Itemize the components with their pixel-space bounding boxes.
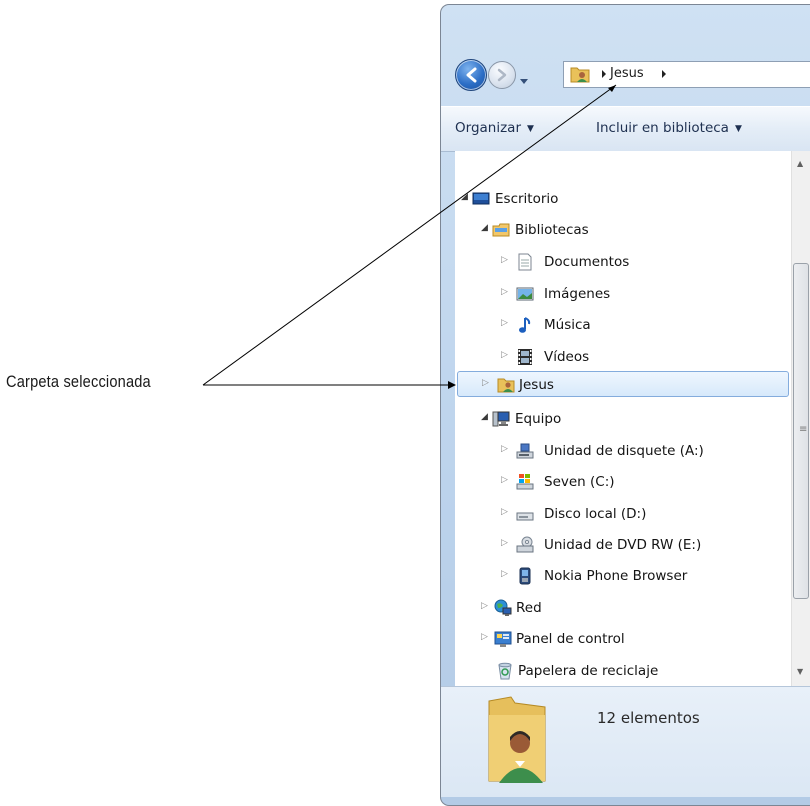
tree-item-label: Jesus bbox=[519, 377, 554, 393]
navigation-bar: Jesus bbox=[455, 58, 810, 92]
collapsed-triangle-icon[interactable]: ▷ bbox=[501, 255, 508, 265]
organize-menu-button[interactable]: Organizar ▼ bbox=[455, 120, 534, 136]
include-in-library-label: Incluir en biblioteca bbox=[596, 120, 729, 136]
tree-item-videos[interactable]: ▷ Vídeos bbox=[455, 344, 791, 370]
expanded-triangle-icon[interactable]: ◢ bbox=[481, 412, 488, 422]
tree-item-papelera[interactable]: Papelera de reciclaje bbox=[455, 658, 791, 684]
collapsed-triangle-icon[interactable]: ▷ bbox=[501, 318, 508, 328]
address-bar[interactable]: Jesus bbox=[563, 61, 810, 88]
recent-pages-dropdown[interactable] bbox=[519, 70, 529, 89]
collapsed-triangle-icon[interactable]: ▷ bbox=[501, 507, 508, 517]
tree-item-label: Seven (C:) bbox=[544, 474, 615, 490]
local-disk-icon bbox=[516, 512, 534, 521]
arrow-right-icon bbox=[497, 68, 507, 82]
grip-icon: ≡ bbox=[799, 424, 808, 435]
tree-item-seven-c[interactable]: ▷ Seven (C:) bbox=[455, 469, 791, 495]
tree-item-equipo[interactable]: ◢ Equipo bbox=[455, 406, 791, 432]
tree-item-bibliotecas[interactable]: ◢ Bibliotecas bbox=[455, 217, 791, 243]
tree-item-label: Documentos bbox=[544, 254, 630, 270]
dvd-drive-icon bbox=[516, 536, 534, 553]
annotation-label: Carpeta seleccionada bbox=[6, 372, 151, 391]
tree-item-label: Disco local (D:) bbox=[544, 506, 647, 522]
tree-item-label: Red bbox=[516, 600, 542, 616]
floppy-drive-icon bbox=[516, 443, 534, 459]
collapsed-triangle-icon[interactable]: ▷ bbox=[501, 350, 508, 360]
tree-scrollbar[interactable]: ▲ ≡ ▼ bbox=[791, 151, 810, 686]
music-icon bbox=[519, 317, 531, 333]
collapsed-triangle-icon[interactable]: ▷ bbox=[482, 378, 489, 388]
collapsed-triangle-icon[interactable]: ▷ bbox=[481, 601, 488, 611]
tree-item-label: Imágenes bbox=[544, 286, 611, 302]
tree-item-escritorio[interactable]: ◢ Escritorio bbox=[455, 186, 791, 212]
user-folder-icon bbox=[497, 378, 515, 393]
tree-item-musica[interactable]: ▷ Música bbox=[455, 312, 791, 338]
forward-button[interactable] bbox=[488, 61, 516, 89]
tree-item-label: Vídeos bbox=[544, 349, 590, 365]
breadcrumb-arrow-icon[interactable] bbox=[600, 68, 608, 80]
control-panel-icon bbox=[494, 631, 512, 647]
collapsed-triangle-icon[interactable]: ▷ bbox=[501, 287, 508, 297]
recycle-bin-icon bbox=[498, 662, 512, 680]
tree-item-label: Unidad de disquete (A:) bbox=[544, 443, 704, 459]
system-drive-icon bbox=[516, 474, 534, 490]
tree-item-nokia[interactable]: ▷ Nokia Phone Browser bbox=[455, 563, 791, 589]
item-count: 12 elementos bbox=[597, 709, 700, 727]
chevron-down-icon: ▼ bbox=[527, 124, 534, 134]
user-folder-large-icon bbox=[488, 696, 546, 783]
user-folder-icon bbox=[570, 67, 590, 83]
chevron-down-icon bbox=[520, 79, 528, 84]
desktop-icon bbox=[472, 192, 490, 205]
tree-item-panel-de-control[interactable]: ▷ Panel de control bbox=[455, 626, 791, 652]
details-pane: 12 elementos bbox=[441, 686, 810, 797]
tree-item-dvd-e[interactable]: ▷ Unidad de DVD RW (E:) bbox=[455, 532, 791, 558]
chevron-down-icon: ▼ bbox=[734, 124, 742, 134]
tree-item-label: Música bbox=[544, 317, 591, 333]
tree-item-disco-local-d[interactable]: ▷ Disco local (D:) bbox=[455, 501, 791, 527]
videos-icon bbox=[518, 349, 532, 365]
libraries-icon bbox=[492, 223, 510, 237]
breadcrumb-arrow-icon[interactable] bbox=[660, 68, 668, 80]
tree-item-floppy[interactable]: ▷ Unidad de disquete (A:) bbox=[455, 438, 791, 464]
network-icon bbox=[494, 599, 512, 616]
tree-item-label: Bibliotecas bbox=[515, 222, 589, 238]
documents-icon bbox=[518, 253, 532, 271]
back-button[interactable] bbox=[455, 59, 487, 91]
collapsed-triangle-icon[interactable]: ▷ bbox=[501, 569, 508, 579]
organize-label: Organizar bbox=[455, 120, 521, 136]
tree-item-label: Unidad de DVD RW (E:) bbox=[544, 537, 702, 553]
scroll-up-arrow-icon[interactable]: ▲ bbox=[797, 159, 803, 168]
tree-item-label: Nokia Phone Browser bbox=[544, 568, 688, 584]
tree-item-documentos[interactable]: ▷ Documentos bbox=[455, 249, 791, 275]
tree-item-label: Papelera de reciclaje bbox=[518, 663, 659, 679]
collapsed-triangle-icon[interactable]: ▷ bbox=[501, 538, 508, 548]
tree-item-label: Equipo bbox=[515, 411, 562, 427]
collapsed-triangle-icon[interactable]: ▷ bbox=[481, 632, 488, 642]
tree-item-imagenes[interactable]: ▷ Imágenes bbox=[455, 281, 791, 307]
expanded-triangle-icon[interactable]: ◢ bbox=[461, 192, 468, 202]
collapsed-triangle-icon[interactable]: ▷ bbox=[501, 444, 508, 454]
arrow-left-icon bbox=[466, 67, 477, 83]
computer-icon bbox=[492, 411, 510, 427]
tree-item-red[interactable]: ▷ Red bbox=[455, 595, 791, 621]
breadcrumb-current-folder[interactable]: Jesus bbox=[610, 66, 644, 81]
pictures-icon bbox=[516, 287, 534, 301]
phone-browser-icon bbox=[519, 567, 531, 585]
navigation-pane: ◢ Escritorio ◢ Bibliotecas ▷ Documentos … bbox=[455, 151, 791, 686]
scroll-down-arrow-icon[interactable]: ▼ bbox=[797, 667, 803, 676]
tree-item-label: Panel de control bbox=[516, 631, 625, 647]
collapsed-triangle-icon[interactable]: ▷ bbox=[501, 475, 508, 485]
command-bar: Organizar ▼ Incluir en biblioteca ▼ bbox=[441, 106, 810, 152]
scrollbar-thumb[interactable]: ≡ bbox=[793, 263, 809, 599]
tree-item-label: Escritorio bbox=[495, 191, 559, 207]
expanded-triangle-icon[interactable]: ◢ bbox=[481, 223, 488, 233]
tree-item-jesus[interactable]: ▷ Jesus bbox=[457, 371, 789, 397]
include-in-library-button[interactable]: Incluir en biblioteca ▼ bbox=[596, 120, 742, 136]
